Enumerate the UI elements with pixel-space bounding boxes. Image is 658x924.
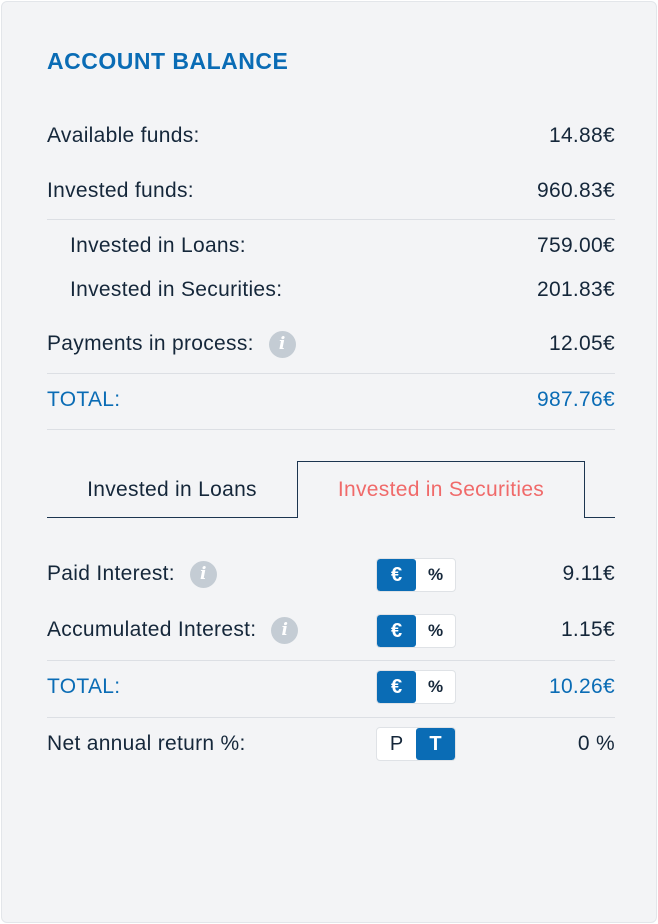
divider bbox=[47, 219, 615, 220]
account-balance-panel: ACCOUNT BALANCE Available funds: 14.88€ … bbox=[1, 1, 657, 923]
euro-toggle-button[interactable]: € bbox=[377, 615, 416, 647]
t-toggle-button[interactable]: T bbox=[416, 728, 455, 760]
tab-invested-in-loans[interactable]: Invested in Loans bbox=[47, 461, 297, 518]
available-funds-label: Available funds: bbox=[47, 124, 200, 147]
percent-toggle-button[interactable]: % bbox=[416, 671, 455, 703]
invested-funds-row: Invested funds: 960.83€ bbox=[47, 171, 615, 211]
net-return-mode-toggle: P T bbox=[376, 727, 456, 761]
balance-total-row: TOTAL: 987.76€ bbox=[47, 380, 615, 420]
accumulated-interest-row: Accumulated Interest: i 1.15€ bbox=[47, 610, 615, 650]
divider bbox=[47, 717, 615, 718]
paid-interest-value: 9.11€ bbox=[562, 562, 615, 585]
invested-in-securities-row: Invested in Securities: 201.83€ bbox=[47, 270, 615, 310]
payments-in-process-label-group: Payments in process: i bbox=[47, 330, 296, 358]
p-toggle-button[interactable]: P bbox=[377, 728, 416, 760]
accumulated-interest-label-group: Accumulated Interest: i bbox=[47, 616, 299, 644]
info-icon[interactable]: i bbox=[268, 330, 296, 358]
percent-toggle-button[interactable]: % bbox=[416, 559, 455, 591]
available-funds-row: Available funds: 14.88€ bbox=[47, 116, 615, 156]
divider bbox=[47, 429, 615, 430]
payments-in-process-value: 12.05€ bbox=[548, 332, 615, 355]
tab-invested-in-securities[interactable]: Invested in Securities bbox=[297, 461, 585, 518]
interest-total-unit-toggle: € % bbox=[376, 670, 456, 704]
available-funds-value: 14.88€ bbox=[548, 124, 615, 147]
panel-title: ACCOUNT BALANCE bbox=[47, 48, 289, 74]
euro-toggle-button[interactable]: € bbox=[377, 559, 416, 591]
balance-total-label: TOTAL: bbox=[47, 388, 121, 411]
invested-in-loans-row: Invested in Loans: 759.00€ bbox=[47, 226, 615, 266]
invested-in-loans-value: 759.00€ bbox=[536, 234, 615, 257]
interest-total-row: TOTAL: 10.26€ bbox=[47, 667, 615, 707]
paid-interest-unit-toggle: € % bbox=[376, 558, 456, 592]
euro-toggle-button[interactable]: € bbox=[377, 671, 416, 703]
paid-interest-row: Paid Interest: i 9.11€ bbox=[47, 554, 615, 594]
payments-in-process-row: Payments in process: i 12.05€ bbox=[47, 324, 615, 364]
divider bbox=[47, 660, 615, 661]
net-annual-return-label: Net annual return %: bbox=[47, 732, 246, 755]
interest-total-value: 10.26€ bbox=[548, 675, 615, 698]
net-annual-return-value: 0 % bbox=[577, 732, 615, 755]
net-annual-return-row: Net annual return %: 0 % bbox=[47, 724, 615, 764]
balance-total-value: 987.76€ bbox=[536, 388, 615, 411]
invested-funds-value: 960.83€ bbox=[536, 179, 615, 202]
accumulated-interest-label: Accumulated Interest: bbox=[47, 618, 257, 641]
info-icon[interactable]: i bbox=[271, 616, 299, 644]
accumulated-interest-value: 1.15€ bbox=[560, 618, 615, 641]
divider bbox=[47, 373, 615, 374]
payments-in-process-label: Payments in process: bbox=[47, 332, 254, 355]
invested-funds-label: Invested funds: bbox=[47, 179, 194, 202]
invested-in-loans-label: Invested in Loans: bbox=[70, 234, 246, 257]
interest-total-label: TOTAL: bbox=[47, 675, 121, 698]
accumulated-interest-unit-toggle: € % bbox=[376, 614, 456, 648]
percent-toggle-button[interactable]: % bbox=[416, 615, 455, 647]
paid-interest-label-group: Paid Interest: i bbox=[47, 560, 217, 588]
invested-in-securities-label: Invested in Securities: bbox=[70, 278, 283, 301]
paid-interest-label: Paid Interest: bbox=[47, 562, 175, 585]
invested-in-securities-value: 201.83€ bbox=[536, 278, 615, 301]
info-icon[interactable]: i bbox=[189, 560, 217, 588]
